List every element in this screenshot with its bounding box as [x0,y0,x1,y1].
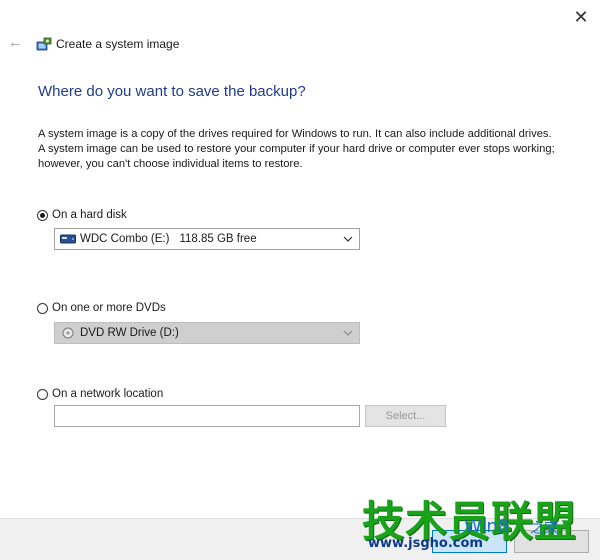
dvd-drive-name: DVD RW Drive (D:) [80,327,179,339]
option-network-location[interactable]: On a network location [37,388,163,400]
create-system-image-window: ✕ ← Create a system image Where do you w… [0,0,600,560]
hard-disk-dropdown[interactable]: WDC Combo (E:) 118.85 GB free [54,228,360,250]
network-radio[interactable] [37,388,48,400]
select-network-button[interactable]: Select... [365,405,446,427]
dvd-label: On one or more DVDs [52,302,166,314]
hard-disk-drive-name: WDC Combo (E:) [80,233,170,245]
option-dvds[interactable]: On one or more DVDs [37,302,166,314]
close-icon: ✕ [573,7,589,27]
system-image-app-icon [36,37,52,51]
network-path-input[interactable] [54,405,360,427]
window-title: Create a system image [56,37,180,51]
dvd-drive-icon [62,327,74,339]
hard-disk-radio[interactable] [37,209,48,221]
option-hard-disk[interactable]: On a hard disk [37,209,127,221]
chevron-down-icon [343,330,353,336]
dvd-radio[interactable] [37,302,48,314]
page-heading: Where do you want to save the backup? [38,83,306,100]
hard-drive-icon [60,234,76,244]
cancel-button[interactable] [514,530,589,553]
network-label: On a network location [52,388,164,400]
dvd-dropdown[interactable]: DVD RW Drive (D:) [54,322,360,344]
close-button[interactable]: ✕ [570,6,592,28]
back-button[interactable]: ← [8,35,24,51]
description-text: A system image is a copy of the drives r… [38,128,555,170]
next-button[interactable] [432,530,507,553]
chevron-down-icon [343,236,353,242]
back-arrow-icon: ← [8,34,23,51]
hard-disk-label: On a hard disk [52,209,127,221]
hard-disk-free-space: 118.85 GB free [179,233,257,245]
footer-bar [0,518,600,560]
